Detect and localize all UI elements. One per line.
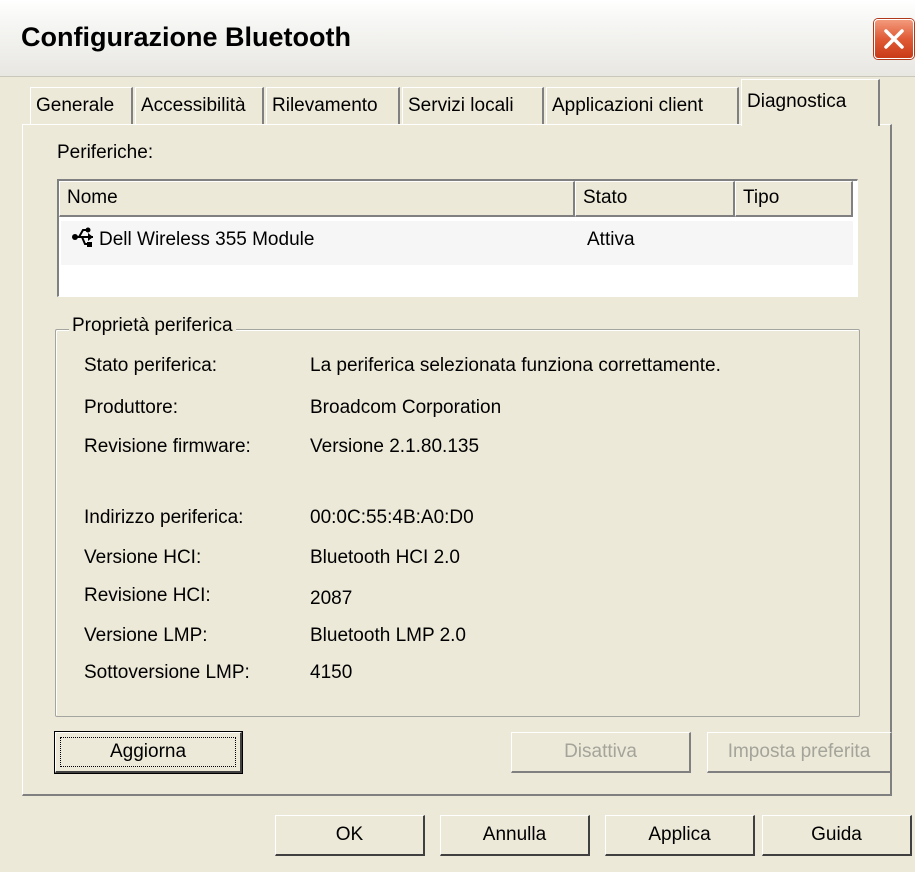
property-value: 4150	[310, 662, 353, 683]
column-header-stato[interactable]: Stato	[575, 181, 735, 217]
help-button-label: Guida	[811, 824, 862, 845]
tab-servizi-locali[interactable]: Servizi locali	[402, 87, 544, 125]
property-value: 2087	[310, 588, 353, 609]
column-header-tipo[interactable]: Tipo	[735, 181, 853, 217]
tab-label: Generale	[36, 95, 115, 116]
help-button[interactable]: Guida	[762, 815, 912, 856]
property-label: Produttore:	[84, 397, 178, 418]
tab-generale[interactable]: Generale	[30, 87, 133, 125]
disable-button[interactable]: Disattiva	[511, 732, 691, 773]
devices-label: Periferiche:	[57, 142, 154, 163]
tab-rilevamento[interactable]: Rilevamento	[266, 87, 400, 125]
cancel-button[interactable]: Annulla	[440, 815, 590, 856]
set-preferred-button-label: Imposta preferita	[727, 741, 871, 762]
tab-label: Accessibilità	[141, 95, 246, 116]
cancel-button-label: Annulla	[482, 824, 547, 845]
property-label: Versione LMP:	[84, 625, 208, 646]
column-header-nome[interactable]: Nome	[59, 181, 575, 217]
property-value: 00:0C:55:4B:A0:D0	[310, 507, 474, 528]
tab-label: Rilevamento	[272, 95, 378, 116]
usb-icon	[71, 225, 99, 254]
devices-list[interactable]: Nome Stato Tipo Dell Wireless 355 Module…	[57, 179, 858, 297]
property-label: Stato periferica:	[84, 355, 218, 376]
close-button[interactable]	[874, 19, 914, 59]
disable-button-label: Disattiva	[564, 741, 637, 762]
property-value: Broadcom Corporation	[310, 397, 502, 418]
window-title: Configurazione Bluetooth	[21, 22, 351, 52]
refresh-button[interactable]: Aggiorna	[55, 732, 242, 773]
ok-button[interactable]: OK	[275, 815, 425, 856]
property-value: Bluetooth LMP 2.0	[310, 625, 466, 646]
tab-label: Applicazioni client	[552, 95, 704, 116]
tab-diagnostica[interactable]: Diagnostica	[741, 79, 880, 126]
property-value: Bluetooth HCI 2.0	[310, 547, 460, 568]
property-value: Versione 2.1.80.135	[310, 436, 480, 457]
apply-button[interactable]: Applica	[605, 815, 755, 856]
property-label: Revisione HCI:	[84, 585, 211, 606]
property-label: Indirizzo periferica:	[84, 507, 244, 528]
focus-rect	[60, 737, 236, 767]
property-label: Versione HCI:	[84, 547, 202, 568]
property-label: Revisione firmware:	[84, 436, 251, 457]
property-value: La periferica selezionata funziona corre…	[310, 355, 721, 376]
ok-button-label: OK	[335, 824, 364, 845]
device-state: Attiva	[587, 229, 635, 250]
tab-label: Servizi locali	[408, 95, 514, 116]
tab-applicazioni-client[interactable]: Applicazioni client	[546, 87, 739, 125]
device-name: Dell Wireless 355 Module	[99, 229, 315, 250]
set-preferred-button[interactable]: Imposta preferita	[707, 732, 892, 773]
tab-label: Diagnostica	[747, 91, 847, 112]
title-bar: Configurazione Bluetooth	[0, 0, 915, 77]
close-icon	[884, 29, 904, 49]
properties-group-label: Proprietà periferica	[69, 315, 236, 337]
property-label: Sottoversione LMP:	[84, 662, 250, 683]
apply-button-label: Applica	[648, 824, 711, 845]
tab-accessibilita[interactable]: Accessibilità	[135, 87, 264, 125]
